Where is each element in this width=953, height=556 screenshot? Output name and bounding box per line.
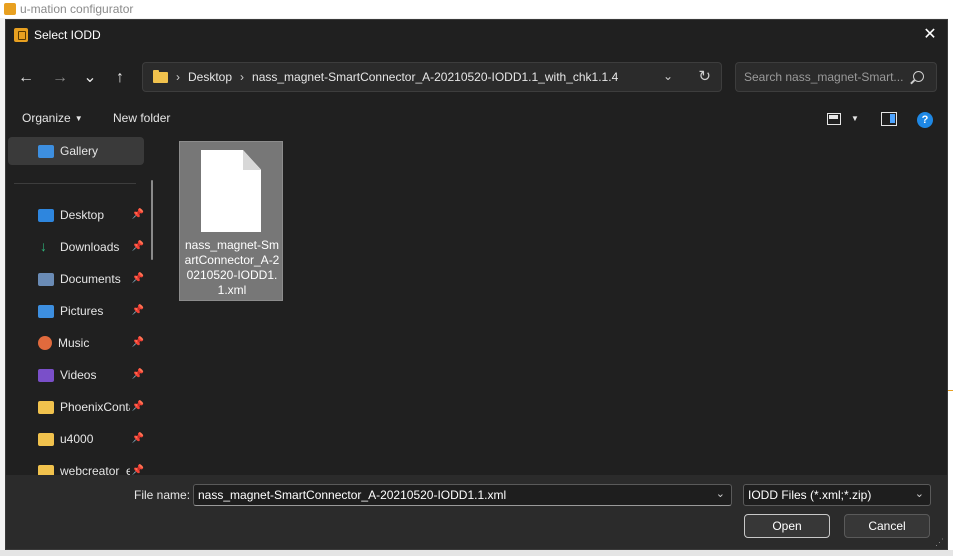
sidebar-item-pictures[interactable]: Pictures 📌 [8,297,144,325]
folder-icon [38,464,54,475]
folder-icon [38,432,54,446]
file-name-label: nass_magnet-SmartConnector_A-20210520-IO… [184,238,280,297]
chevron-down-icon[interactable]: ▼ [851,114,859,123]
videos-icon [38,368,54,382]
breadcrumb-current-folder[interactable]: nass_magnet-SmartConnector_A-20210520-IO… [252,70,618,84]
pin-icon: 📌 [131,369,144,380]
preview-pane-icon[interactable] [881,112,897,126]
sidebar-item-label: Videos [60,368,97,382]
file-list-pane: nass_magnet-SmartConnector_A-20210520-IO… [166,135,946,475]
breadcrumb-separator: › [240,70,245,84]
background-app-title: u-mation configurator [20,2,134,16]
pin-icon: 📌 [131,305,144,316]
gallery-icon [38,144,54,158]
sidebar-item-label: Documents [60,272,121,286]
pin-icon: 📌 [131,273,144,284]
folder-icon [38,400,54,414]
chevron-down-icon: ⌄ [914,488,924,500]
file-item[interactable]: nass_magnet-SmartConnector_A-20210520-IO… [179,141,283,301]
command-bar: Organize ▼ New folder ▼ ? [6,102,947,132]
cancel-button[interactable]: Cancel [844,514,930,538]
downloads-icon [38,238,54,254]
sidebar-item-documents[interactable]: Documents 📌 [8,265,144,293]
sidebar-divider [14,183,136,184]
sidebar-item-label: Gallery [60,144,99,158]
background-app-titlebar: u-mation configurator [0,0,953,18]
recent-locations-button[interactable]: ⌄ [78,66,102,90]
navigation-pane: Gallery Desktop 📌 Downloads 📌 Documents … [6,135,154,475]
documents-icon [38,272,54,286]
sidebar-item-label: Music [58,336,90,350]
sidebar-item-downloads[interactable]: Downloads 📌 [8,233,144,261]
dialog-titlebar: Select IODD ✕ [6,20,947,49]
music-icon [38,336,52,350]
folder-icon [153,69,168,83]
sidebar-item-phoenixcontact[interactable]: PhoenixContact 📌 [8,393,144,421]
file-type-value: IODD Files (*.xml;*.zip) [748,488,872,502]
sidebar-item-desktop[interactable]: Desktop 📌 [8,201,144,229]
sidebar-item-label: u4000 [60,432,94,446]
refresh-button[interactable]: ↻ [698,67,711,85]
file-name-label: File name: [134,488,191,502]
file-type-select[interactable]: IODD Files (*.xml;*.zip) ⌄ [743,484,931,506]
pin-icon: 📌 [131,337,144,348]
sidebar-item-label: webcreator_e [60,464,130,475]
background-app-footer [0,550,953,556]
view-options-icon[interactable] [827,113,841,125]
pin-icon: 📌 [131,209,144,220]
sidebar-item-music[interactable]: Music 📌 [8,329,144,357]
pin-icon: 📌 [131,465,144,475]
pin-icon: 📌 [131,401,144,412]
app-icon [4,3,16,15]
sidebar-item-label: Desktop [60,208,105,222]
breadcrumb-desktop[interactable]: Desktop [188,70,232,84]
organize-button[interactable]: Organize ▼ [22,107,83,129]
dialog-footer: File name: nass_magnet-SmartConnector_A-… [6,475,947,549]
file-fold-icon [243,150,261,170]
open-button[interactable]: Open [744,514,830,538]
forward-button[interactable]: → [48,66,72,90]
breadcrumb-separator: › [176,70,180,84]
sidebar-item-gallery[interactable]: Gallery [8,137,144,165]
back-button[interactable]: ← [14,66,38,90]
navigation-bar: ← → ⌄ ↑ › Desktop › nass_magnet-SmartCon… [6,59,947,95]
sidebar-scrollbar[interactable] [151,180,153,260]
chevron-down-icon: ▼ [74,114,83,123]
up-button[interactable]: ↑ [108,66,132,90]
sidebar-item-videos[interactable]: Videos 📌 [8,361,144,389]
pin-icon: 📌 [131,241,144,252]
desktop-icon [38,208,54,222]
sidebar-item-label: Pictures [60,304,104,318]
close-button[interactable]: ✕ [919,24,941,46]
help-icon[interactable]: ? [917,112,933,128]
organize-label: Organize [22,111,71,125]
pictures-icon [38,304,54,318]
sidebar-item-u4000[interactable]: u4000 📌 [8,425,144,453]
dialog-app-icon [14,27,28,42]
resize-grip-icon[interactable]: ⋰ [935,537,945,547]
pin-icon: 📌 [131,433,144,444]
sidebar-item-label: Downloads [60,240,120,254]
chevron-down-icon[interactable]: ⌄ [716,487,725,500]
search-input[interactable] [744,68,909,86]
select-iodd-dialog: Select IODD ✕ ← → ⌄ ↑ › Desktop › nass_m… [5,19,948,550]
address-history-dropdown[interactable]: ⌄ [663,69,673,83]
new-folder-button[interactable]: New folder [113,107,170,129]
sidebar-item-webcreator[interactable]: webcreator_e 📌 [8,457,144,475]
search-icon[interactable] [913,71,924,82]
address-bar[interactable]: › Desktop › nass_magnet-SmartConnector_A… [142,62,722,92]
dialog-title: Select IODD [34,27,101,42]
sidebar-item-label: PhoenixContact [60,400,130,414]
background-app-content [948,18,953,556]
search-box[interactable] [735,62,937,92]
file-name-field[interactable]: nass_magnet-SmartConnector_A-20210520-IO… [193,484,732,506]
file-name-value: nass_magnet-SmartConnector_A-20210520-IO… [198,488,507,502]
